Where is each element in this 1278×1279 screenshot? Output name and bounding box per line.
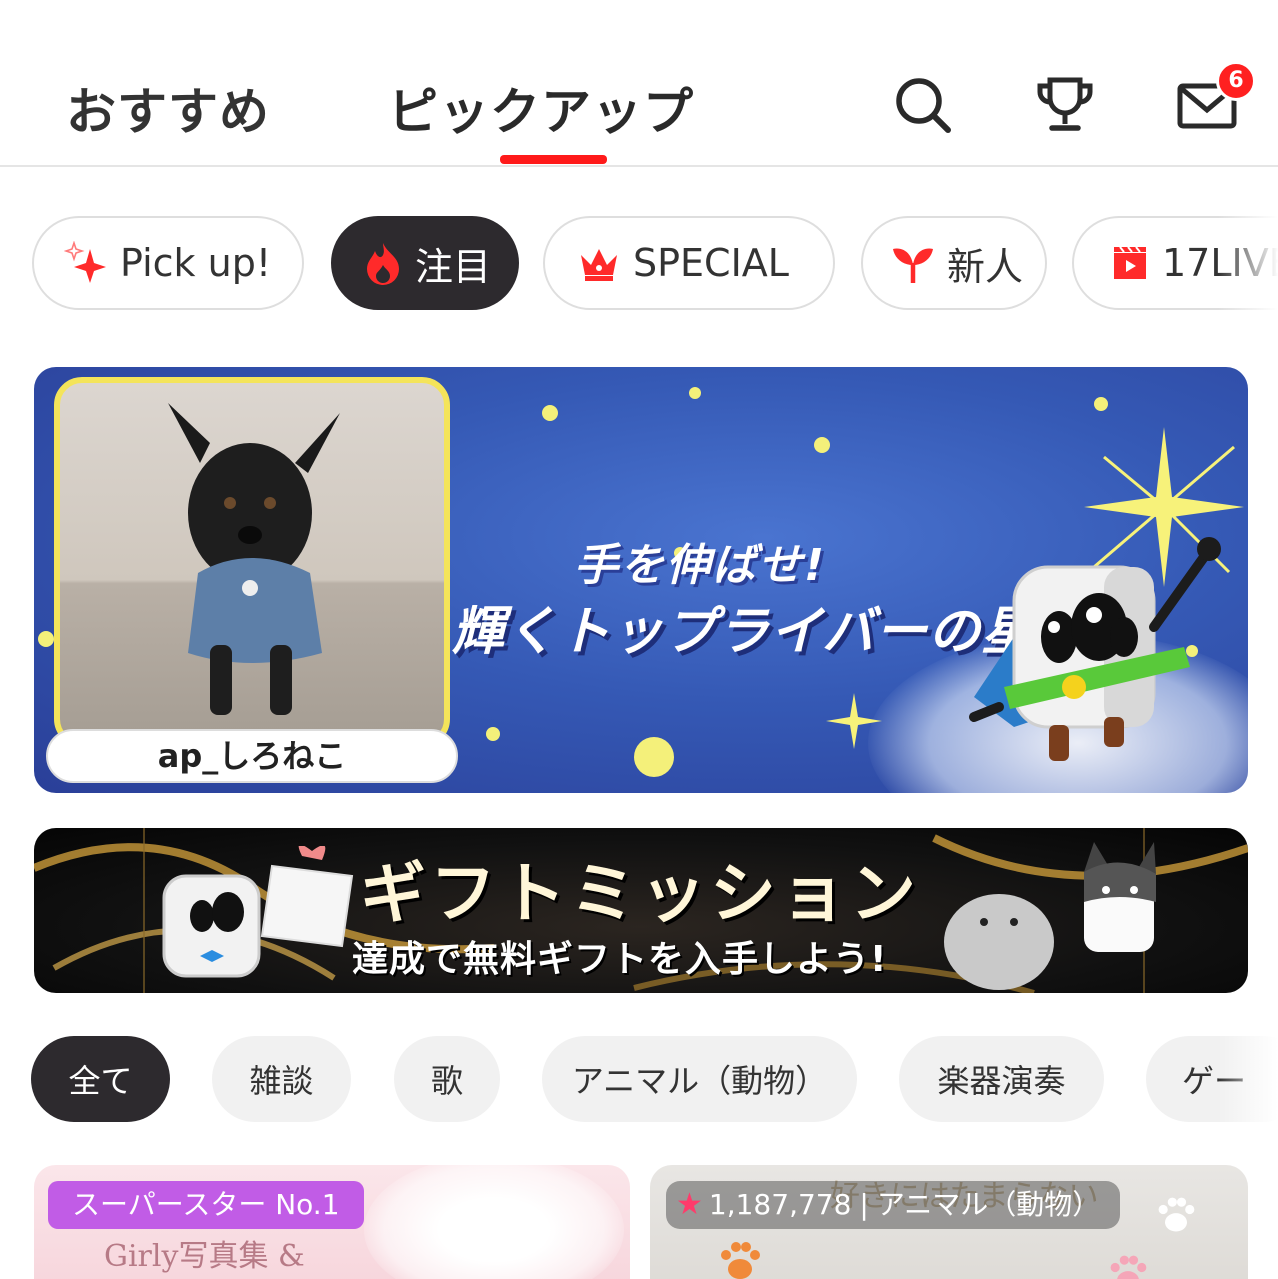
- trophy-icon[interactable]: [1034, 74, 1096, 136]
- tab-recommended[interactable]: おすすめ: [66, 72, 270, 144]
- category-label: Pick up!: [120, 241, 272, 285]
- star-dot: [542, 405, 558, 421]
- paw-icon: [1158, 1197, 1195, 1232]
- viewer-count-badge: ★ 1,187,778 | アニマル（動物）: [666, 1181, 1121, 1229]
- nav-divider: [0, 165, 1278, 167]
- stream-card[interactable]: Girly写真集 & スーパースター No.1: [34, 1165, 630, 1279]
- gift-mission-banner[interactable]: ギフトミッション 達成で無料ギフトを入手しよう!: [34, 828, 1248, 993]
- genre-singing[interactable]: 歌: [394, 1036, 500, 1122]
- category-special[interactable]: SPECIAL: [543, 216, 835, 310]
- genre-animal[interactable]: アニマル（動物）: [542, 1036, 857, 1122]
- category-label: 注目: [415, 244, 492, 289]
- category-pickup[interactable]: Pick up!: [32, 216, 304, 310]
- hero-title-line2: 輝くトップライバーの星: [452, 602, 1034, 662]
- dog-image: [168, 403, 340, 715]
- flame-icon: [367, 243, 399, 285]
- category-filter-row: Pick up! 注目 SPECIAL 新人 17LIVE: [0, 216, 1278, 312]
- genre-filter-row: 全て 雑談 歌 アニマル（動物） 楽器演奏 ゲー: [0, 1036, 1278, 1124]
- star-icon: ★: [676, 1187, 703, 1222]
- star-dot: [814, 437, 830, 453]
- category-trending[interactable]: 注目: [331, 216, 519, 310]
- genre-all[interactable]: 全て: [31, 1036, 170, 1122]
- hero-title-line1: 手を伸ばせ!: [574, 540, 827, 591]
- stream-card[interactable]: 好きにはたまらない ★ 1,187,778 | アニマル（動物）: [650, 1165, 1248, 1279]
- category-newcomer[interactable]: 新人: [861, 216, 1047, 310]
- mail-notification-badge: 6: [1216, 61, 1256, 101]
- category-scroll-fade: [1218, 200, 1278, 320]
- star-dot: [1094, 397, 1108, 411]
- tab-pickup[interactable]: ピックアップ: [388, 72, 694, 144]
- genre-scroll-fade: [1218, 1030, 1278, 1130]
- star-dot: [634, 737, 674, 777]
- category-label: SPECIAL: [633, 241, 789, 285]
- search-icon[interactable]: [892, 74, 954, 136]
- category-label: 新人: [947, 244, 1024, 289]
- stat-separator: |: [859, 1188, 869, 1221]
- crown-icon: [581, 249, 617, 281]
- sparkle-star-icon: [826, 693, 882, 749]
- featured-streamer-name: ap_しろねこ: [46, 729, 458, 783]
- star-dot: [689, 387, 701, 399]
- paw-icon: [721, 1242, 760, 1279]
- gift-mascot: [162, 846, 354, 978]
- gift-banner-subtitle: 達成で無料ギフトを入手しよう!: [352, 939, 888, 980]
- viewer-count: 1,187,778: [708, 1188, 852, 1221]
- sprout-icon: [893, 248, 933, 283]
- genre-instrument[interactable]: 楽器演奏: [899, 1036, 1104, 1122]
- active-tab-indicator: [500, 155, 607, 164]
- cat-and-seal-characters: [944, 842, 1156, 990]
- gift-banner-title: ギフトミッション: [360, 855, 920, 932]
- star-dot: [38, 631, 54, 647]
- clapper-icon: [1114, 246, 1146, 279]
- card-thumbnail: [364, 1165, 624, 1279]
- superstar-rank-badge: スーパースター No.1: [48, 1181, 364, 1229]
- mascot-character: [969, 537, 1221, 761]
- genre-chat[interactable]: 雑談: [212, 1036, 351, 1122]
- card-genre: アニマル（動物）: [876, 1188, 1101, 1221]
- sparkle-icon: [64, 241, 106, 283]
- paw-icon: [1110, 1255, 1147, 1279]
- card-overlay-text: Girly写真集 &: [104, 1239, 305, 1274]
- hero-banner[interactable]: ap_しろねこ 手を伸ばせ! 輝くトップライバーの星: [34, 367, 1248, 793]
- featured-streamer-photo[interactable]: [54, 377, 450, 747]
- top-navigation-bar: おすすめ ピックアップ 6: [0, 0, 1278, 168]
- star-dot: [486, 727, 500, 741]
